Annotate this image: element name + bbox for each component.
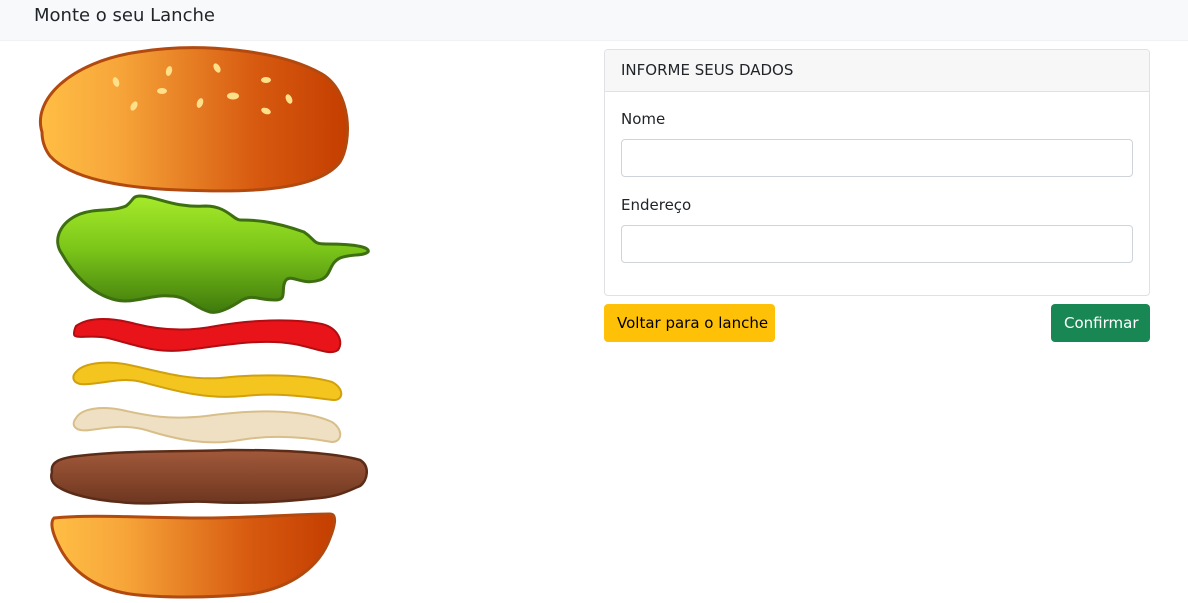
- ketchup-layer: [72, 318, 342, 354]
- address-label: Endereço: [621, 196, 692, 214]
- card-header: INFORME SEUS DADOS: [605, 50, 1149, 92]
- name-input[interactable]: [621, 139, 1133, 177]
- customer-data-card: INFORME SEUS DADOS Nome Endereço: [604, 49, 1150, 296]
- name-label: Nome: [621, 110, 666, 128]
- bottom-bun: [50, 512, 337, 599]
- burger-illustration: [39, 46, 370, 599]
- navbar: Monte o seu Lanche: [0, 0, 1188, 41]
- address-input[interactable]: [621, 225, 1133, 263]
- patty-layer: [50, 448, 368, 505]
- mustard-layer: [72, 361, 343, 402]
- back-to-burger-button[interactable]: Voltar para o lanche: [604, 304, 775, 342]
- top-bun: [39, 46, 349, 193]
- navbar-brand[interactable]: Monte o seu Lanche: [34, 5, 215, 26]
- lettuce-layer: [56, 194, 370, 314]
- mayo-layer: [72, 407, 342, 444]
- confirm-button[interactable]: Confirmar: [1051, 304, 1150, 342]
